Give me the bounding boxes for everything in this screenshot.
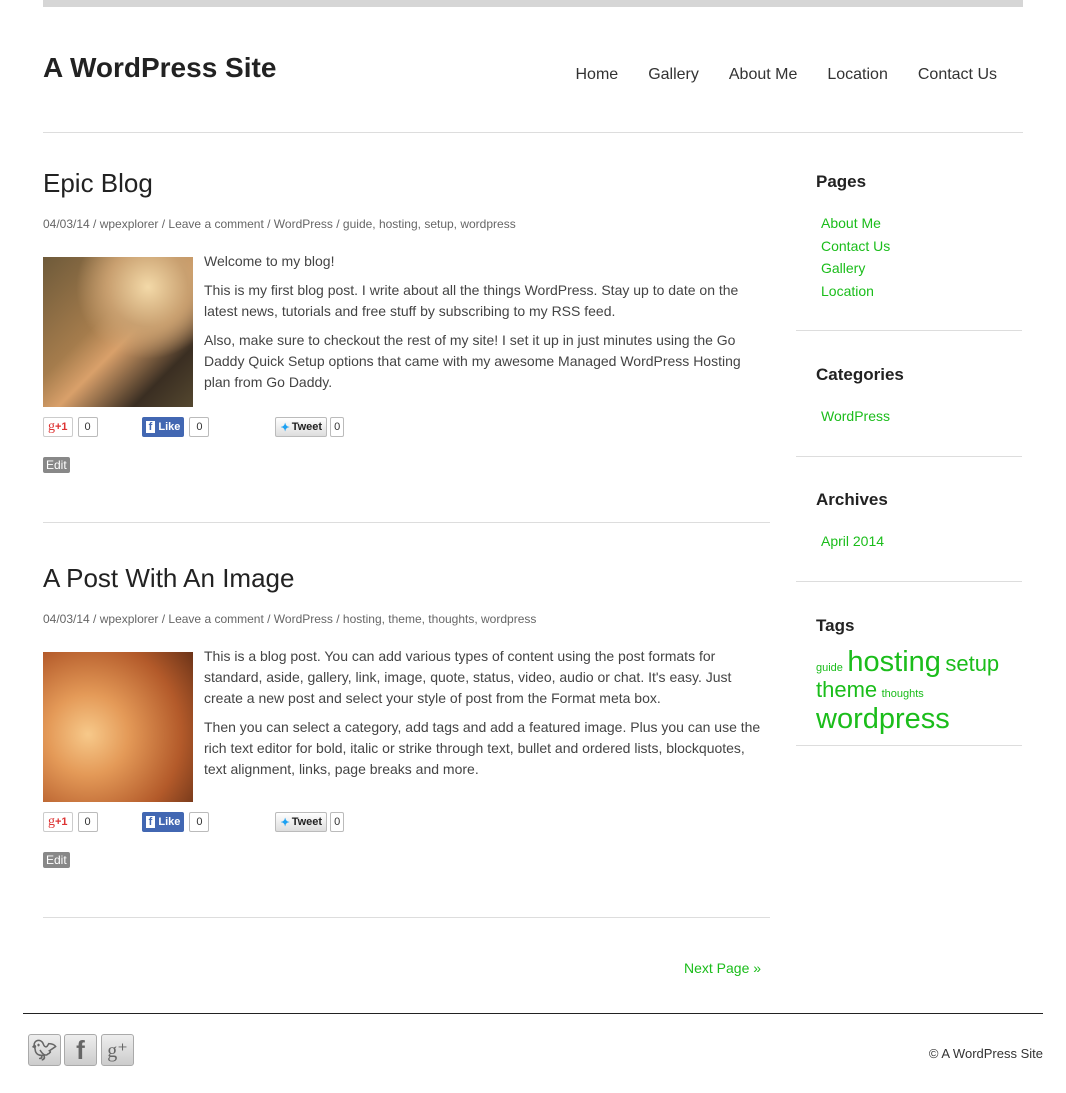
tweet-button[interactable]: ✦ Tweet [275, 812, 328, 832]
nav-gallery[interactable]: Gallery [648, 66, 699, 84]
tag-link[interactable]: setup [945, 651, 999, 676]
widget-divider [796, 456, 1022, 457]
post-divider [43, 917, 770, 918]
footer-divider [23, 1013, 1043, 1014]
sidebar-link-location[interactable]: Location [816, 280, 1002, 303]
edit-link[interactable]: Edit [43, 457, 70, 473]
archive-link[interactable]: April 2014 [816, 530, 1002, 553]
post-paragraph: This is a blog post. You can add various… [204, 648, 732, 706]
tweet-button[interactable]: ✦ Tweet [275, 417, 328, 437]
post-paragraph: This is my first blog post. I write abou… [204, 282, 739, 319]
facebook-like-count: 0 [189, 812, 210, 832]
google-plus-button[interactable]: g +1 [43, 812, 73, 832]
category-link[interactable]: WordPress [816, 405, 1002, 428]
google-plus-icon: g [48, 419, 55, 434]
facebook-like-button[interactable]: f Like [141, 417, 185, 437]
tags-widget: Tags guide hosting setup theme thoughts … [796, 616, 1022, 736]
facebook-like-button[interactable]: f Like [141, 812, 185, 832]
share-bar: g +1 0 f Like 0 ✦ Tweet 0 [43, 417, 770, 437]
tag-link[interactable]: guide [816, 662, 843, 674]
nav-about-me[interactable]: About Me [729, 66, 797, 84]
tweet-count: 0 [330, 812, 345, 832]
post-title[interactable]: A Post With An Image [43, 563, 770, 594]
tag-link[interactable]: thoughts [882, 688, 924, 700]
archives-widget: Archives April 2014 [796, 490, 1022, 553]
post-meta: 04/03/14 / wpexplorer / Leave a comment … [43, 612, 537, 626]
widget-title: Pages [816, 172, 867, 191]
widget-divider [796, 745, 1022, 746]
nav-location[interactable]: Location [827, 66, 888, 84]
copyright: © A WordPress Site [928, 1046, 1043, 1061]
widget-title: Categories [816, 365, 904, 384]
categories-widget: Categories WordPress [796, 365, 1022, 428]
nav-contact-us[interactable]: Contact Us [918, 66, 997, 84]
google-plus-button[interactable]: g +1 [43, 417, 73, 437]
post-divider [43, 522, 770, 523]
facebook-icon: f [145, 816, 156, 828]
tag-link[interactable]: theme [816, 677, 877, 702]
post-meta: 04/03/14 / wpexplorer / Leave a comment … [43, 217, 516, 231]
top-bar [43, 0, 1023, 7]
google-plus-icon: g [48, 814, 55, 829]
pages-widget: Pages About Me Contact Us Gallery Locati… [796, 172, 1022, 302]
edit-link[interactable]: Edit [43, 852, 70, 868]
sidebar: Pages About Me Contact Us Gallery Locati… [796, 172, 1022, 302]
google-plus-icon[interactable]: g⁺ [101, 1034, 134, 1066]
facebook-icon: f [145, 421, 156, 433]
site-title[interactable]: A WordPress Site [43, 52, 276, 84]
post-thumbnail[interactable] [43, 652, 193, 802]
post-paragraph: Then you can select a category, add tags… [204, 719, 761, 777]
next-page-link[interactable]: Next Page » [684, 960, 761, 976]
sidebar-link-about-me[interactable]: About Me [816, 212, 1002, 235]
google-plus-count: 0 [77, 812, 98, 832]
google-plus-count: 0 [77, 417, 98, 437]
tweet-count: 0 [330, 417, 345, 437]
post-paragraph: Also, make sure to checkout the rest of … [204, 332, 741, 390]
tag-link[interactable]: wordpress [816, 703, 950, 735]
nav-home[interactable]: Home [576, 66, 619, 84]
main-nav: Home Gallery About Me Location Contact U… [576, 66, 998, 84]
facebook-like-count: 0 [189, 417, 210, 437]
post: A Post With An Image 04/03/14 / wpexplor… [43, 563, 770, 869]
tag-link[interactable]: hosting [847, 646, 941, 678]
post: Epic Blog 04/03/14 / wpexplorer / Leave … [43, 168, 770, 474]
post-paragraph: Welcome to my blog! [204, 253, 335, 269]
twitter-icon[interactable]: 🐦︎ [28, 1034, 61, 1066]
post-title[interactable]: Epic Blog [43, 168, 770, 199]
share-bar: g +1 0 f Like 0 ✦ Tweet 0 [43, 812, 770, 832]
sidebar-link-contact-us[interactable]: Contact Us [816, 235, 1002, 258]
sidebar-link-gallery[interactable]: Gallery [816, 257, 1002, 280]
widget-divider [796, 330, 1022, 331]
twitter-icon: ✦ [280, 816, 290, 829]
post-thumbnail[interactable] [43, 257, 193, 407]
widget-divider [796, 581, 1022, 582]
widget-title: Archives [816, 490, 888, 509]
widget-title: Tags [816, 616, 855, 635]
header-divider [43, 132, 1023, 133]
twitter-icon: ✦ [280, 421, 290, 434]
facebook-icon[interactable]: f [64, 1034, 97, 1066]
